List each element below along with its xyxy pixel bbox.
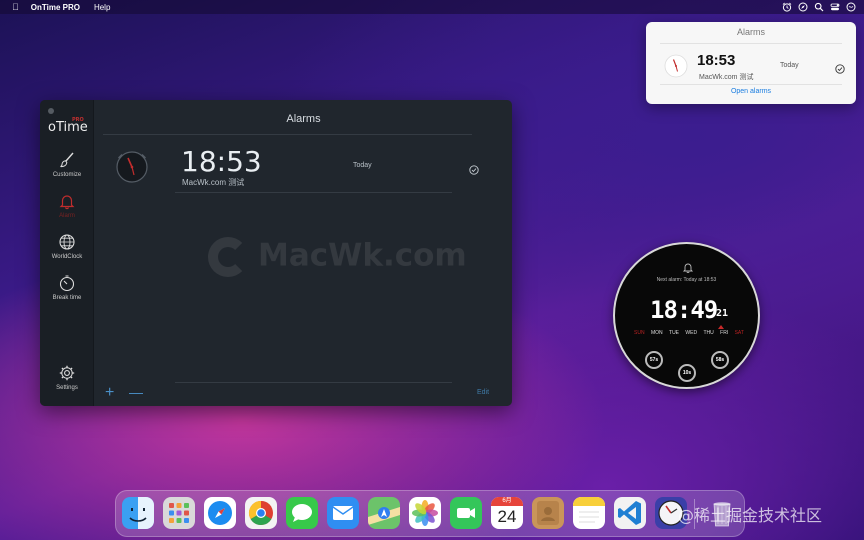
launchpad-icon[interactable] [163, 497, 195, 529]
site-watermark: @稀土掘金技术社区 [678, 506, 823, 525]
calendar-day: 24 [497, 507, 517, 526]
chrome-icon[interactable] [245, 497, 277, 529]
messages-icon[interactable] [286, 497, 318, 529]
contacts-icon[interactable] [532, 497, 564, 529]
sidebar: oTime PRO Customize Alarm WorldClock Bre… [40, 100, 94, 406]
sidebar-item-break-time[interactable]: Break time [40, 274, 94, 301]
weekday-sat: SAT [734, 330, 744, 336]
sidebar-item-label: Break time [52, 295, 82, 301]
open-alarms-link[interactable]: Open alarms [646, 88, 856, 95]
divider [660, 84, 842, 85]
page-title: Alarms [286, 113, 321, 125]
help-menu[interactable]: Help [94, 3, 110, 12]
gear-icon [58, 364, 76, 382]
control-center-icon[interactable] [830, 2, 840, 12]
finder-icon[interactable] [122, 497, 154, 529]
compass-icon[interactable] [798, 2, 808, 12]
menu-bar:  OnTime PRO Help [0, 0, 864, 14]
main-panel: Alarms 18:53 MacWk.com 测试 Today MacWk.co… [95, 100, 512, 406]
footer-toolbar: + — Edit [95, 382, 512, 406]
seconds-dial: 58s [711, 351, 729, 369]
calendar-icon[interactable]: 6月 24 [491, 497, 523, 529]
weekday-mon: MON [650, 330, 663, 336]
check-toggle-icon[interactable] [835, 61, 845, 74]
safari-icon[interactable] [204, 497, 236, 529]
sidebar-item-label: Settings [56, 385, 78, 391]
weekday-thu: THU [703, 330, 714, 336]
window-close-button[interactable] [48, 108, 54, 114]
maps-icon[interactable] [368, 497, 400, 529]
remove-alarm-button[interactable]: — [129, 384, 143, 400]
sidebar-item-alarm[interactable]: Alarm [40, 192, 94, 219]
active-day-marker [718, 325, 724, 329]
watermark: MacWk.com [208, 237, 467, 277]
alarm-label: MacWk.com 测试 [182, 178, 245, 187]
sidebar-item-worldclock[interactable]: WorldClock [40, 233, 94, 260]
sidebar-item-label: Customize [52, 172, 82, 178]
app-name-menu[interactable]: OnTime PRO [31, 3, 80, 12]
next-alarm-text: Next alarm: Today at 18:53 [656, 277, 717, 283]
watermark-logo-icon [208, 237, 248, 277]
alarm-clock-face-icon [115, 150, 149, 184]
alarm-day: Today [353, 162, 372, 169]
sidebar-item-label: Alarm [59, 213, 75, 219]
popover-title: Alarms [736, 27, 765, 37]
alarms-popover: Alarms 18:53 MacWk.com 测试 Today Open ala… [646, 22, 856, 104]
alarm-time[interactable]: 18:53 [181, 145, 262, 178]
app-logo: oTime PRO [48, 117, 88, 135]
date-number: 21 [716, 308, 729, 319]
sidebar-item-settings[interactable]: Settings [40, 364, 94, 391]
bell-icon [682, 260, 694, 274]
dock: 6月 24 [115, 490, 745, 537]
calendar-month: 6月 [491, 497, 523, 506]
status-icons [782, 0, 856, 14]
popover-alarm-day: Today [780, 62, 799, 69]
weekday-fri: FRI [720, 330, 729, 336]
digital-time: 18:49 [650, 296, 718, 324]
watermark-text: MacWk.com [258, 237, 467, 274]
popover-alarm-label: MacWk.com 测试 [699, 74, 754, 81]
search-icon[interactable] [814, 2, 824, 12]
notes-icon[interactable] [573, 497, 605, 529]
globe-icon [58, 233, 76, 251]
alarm-clock-icon[interactable] [782, 2, 792, 12]
bell-icon [58, 192, 76, 210]
weekday-wed: WED [685, 330, 698, 336]
sidebar-item-label: WorldClock [51, 254, 83, 260]
clock-widget[interactable]: Next alarm: Today at 18:53 18:49 21 SUN … [613, 242, 760, 389]
siri-icon[interactable] [846, 2, 856, 12]
sidebar-item-customize[interactable]: Customize [40, 151, 94, 178]
popover-alarm-time: 18:53 [697, 52, 736, 69]
edit-button[interactable]: Edit [477, 389, 489, 396]
weekday-tue: TUE [669, 330, 680, 336]
divider [103, 134, 472, 135]
facetime-icon[interactable] [450, 497, 482, 529]
apple-menu-icon[interactable]:  [12, 2, 19, 12]
analog-clock-icon [664, 54, 688, 78]
seconds-dial: 57s [645, 351, 663, 369]
divider [175, 192, 452, 193]
photos-icon[interactable] [409, 497, 441, 529]
divider [660, 43, 842, 44]
seconds-dial: 10s [678, 364, 696, 382]
brush-icon [58, 151, 76, 169]
vscode-icon[interactable] [614, 497, 646, 529]
logo-pro-badge: PRO [72, 117, 84, 123]
weekday-row: SUN MON TUE WED THU FRI SAT [634, 330, 744, 336]
alarm-check-icon[interactable] [469, 162, 479, 175]
timer-icon [58, 274, 76, 292]
ontime-window: oTime PRO Customize Alarm WorldClock Bre… [40, 100, 512, 406]
weekday-sun: SUN [634, 330, 645, 336]
add-alarm-button[interactable]: + [105, 384, 114, 402]
mail-icon[interactable] [327, 497, 359, 529]
